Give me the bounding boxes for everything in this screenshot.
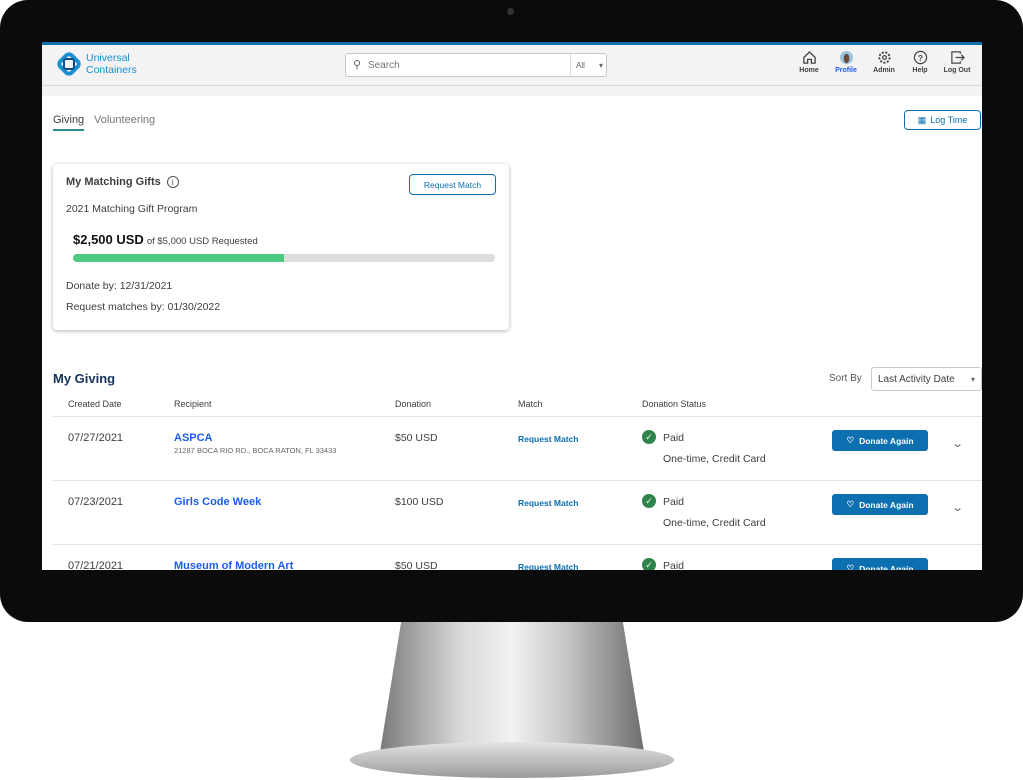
home-icon	[802, 50, 816, 64]
logout-icon	[950, 51, 965, 64]
monitor-base	[350, 742, 674, 778]
nav-logout[interactable]: Log Out	[937, 50, 977, 74]
donate-by: Donate by: 12/31/2021	[66, 280, 173, 292]
info-icon[interactable]: i	[166, 176, 179, 188]
request-match-link[interactable]: Request Match	[518, 498, 578, 508]
logo-icon	[57, 52, 81, 76]
sort-dropdown[interactable]: Last Activity Date ▾	[871, 367, 982, 391]
monitor-stand	[380, 622, 644, 752]
donate-again-button[interactable]: ♡ Donate Again	[832, 558, 928, 570]
amount-value: $2,500 USD	[73, 232, 144, 247]
payment-detail: One-time, Credit Card	[663, 517, 766, 529]
heart-icon: ♡	[846, 435, 855, 445]
nav-home[interactable]: Home	[789, 50, 829, 74]
search-box: ⚲ All ▾	[345, 53, 607, 77]
chevron-down-icon[interactable]: ⌄	[951, 565, 964, 570]
column-header: Donation	[395, 399, 432, 409]
search-scope-dropdown[interactable]: All ▾	[570, 54, 608, 76]
progress-fill	[73, 254, 284, 262]
header-band	[42, 86, 982, 96]
amount-of: of $5,000 USD Requested	[146, 236, 258, 247]
check-circle-icon: ✓	[642, 558, 656, 570]
donation-amount: $100 USD	[395, 496, 444, 508]
chevron-down-icon[interactable]: ⌄	[951, 501, 964, 514]
nav-admin[interactable]: Admin	[864, 50, 904, 74]
divider	[53, 544, 982, 545]
column-header: Recipient	[174, 399, 212, 409]
nav-label: Help	[912, 67, 928, 74]
nav-profile[interactable]: Profile	[826, 50, 866, 74]
match-amount: $2,500 USD of $5,000 USD Requested	[73, 232, 258, 247]
brand-line1: Universal	[86, 52, 130, 64]
chevron-down-icon[interactable]: ⌄	[951, 437, 964, 450]
tab-active-indicator	[53, 129, 85, 131]
help-icon: ?	[913, 50, 927, 65]
donate-again-button[interactable]: ♡ Donate Again	[832, 430, 928, 451]
button-label: Log Time	[930, 115, 968, 125]
recipient-link[interactable]: Girls Code Week	[174, 496, 261, 508]
program-name: 2021 Matching Gift Program	[66, 203, 198, 215]
scope-value: All	[576, 60, 585, 70]
tab-giving[interactable]: Giving	[53, 114, 85, 131]
sort-label: Sort By	[829, 373, 862, 384]
search-input[interactable]	[368, 57, 568, 73]
recipient-link[interactable]: Museum of Modern Art	[174, 560, 293, 570]
calendar-edit-icon: ▦	[917, 114, 927, 125]
button-label: Donate Again	[859, 499, 914, 510]
column-header: Match	[518, 399, 543, 409]
nav-label: Home	[799, 67, 819, 74]
caret-down-icon: ▾	[598, 60, 603, 70]
log-time-button[interactable]: ▦ Log Time	[904, 110, 981, 130]
donation-status: Paid	[663, 496, 685, 508]
matching-gifts-card: My Matching Gifts i Request Match 2021 Ma…	[53, 164, 509, 330]
search-icon: ⚲	[353, 59, 362, 71]
column-header: Donation Status	[642, 399, 707, 409]
nav-label: Log Out	[943, 67, 971, 74]
svg-text:?: ?	[917, 53, 922, 63]
donate-again-button[interactable]: ♡ Donate Again	[832, 494, 928, 515]
progress-bar	[73, 254, 495, 262]
gear-icon	[877, 51, 891, 64]
check-circle-icon: ✓	[642, 430, 656, 444]
button-label: Donate Again	[859, 563, 914, 571]
divider	[53, 480, 982, 481]
recipient-address: 21287 BOCA RIO RD., BOCA RATON, FL 33433	[174, 446, 337, 455]
donation-amount: $50 USD	[395, 560, 438, 570]
request-by: Request matches by: 01/30/2022	[66, 301, 221, 313]
my-giving-title: My Giving	[53, 371, 116, 386]
created-date: 07/27/2021	[68, 432, 124, 444]
app-screen: UniversalContainers ⚲ All▾ Home Profile …	[42, 42, 982, 570]
avatar	[839, 50, 853, 65]
logo[interactable]: Universal Containers	[56, 50, 137, 78]
nav-help[interactable]: ? Help	[900, 50, 940, 74]
nav-label: Admin	[873, 67, 895, 74]
tab-volunteering[interactable]: Volunteering	[94, 114, 155, 126]
created-date: 07/21/2021	[68, 560, 124, 570]
camera	[507, 8, 514, 15]
request-match-button[interactable]: Request Match	[409, 174, 496, 195]
brand-line2: Containers	[86, 64, 137, 76]
card-title: My Matching Gifts	[66, 176, 161, 188]
tab-label: Giving	[53, 114, 85, 126]
heart-icon: ♡	[846, 563, 855, 570]
column-header: Created Date	[68, 399, 122, 409]
card-header: My Matching Gifts i	[66, 176, 179, 188]
check-circle-icon: ✓	[642, 494, 656, 508]
heart-icon: ♡	[846, 499, 855, 509]
donation-status: Paid	[663, 432, 685, 444]
donation-status: Paid	[663, 560, 685, 570]
sort-value: Last Activity Date	[878, 373, 955, 385]
request-match-link[interactable]: Request Match	[518, 434, 578, 444]
request-match-link[interactable]: Request Match	[518, 562, 578, 570]
recipient-link[interactable]: ASPCA	[174, 432, 213, 444]
nav-label: Profile	[835, 67, 857, 74]
button-label: Donate Again	[859, 435, 914, 446]
payment-detail: One-time, Credit Card	[663, 453, 766, 465]
divider	[53, 416, 982, 417]
donation-amount: $50 USD	[395, 432, 438, 444]
created-date: 07/23/2021	[68, 496, 124, 508]
caret-down-icon: ▾	[970, 374, 975, 384]
